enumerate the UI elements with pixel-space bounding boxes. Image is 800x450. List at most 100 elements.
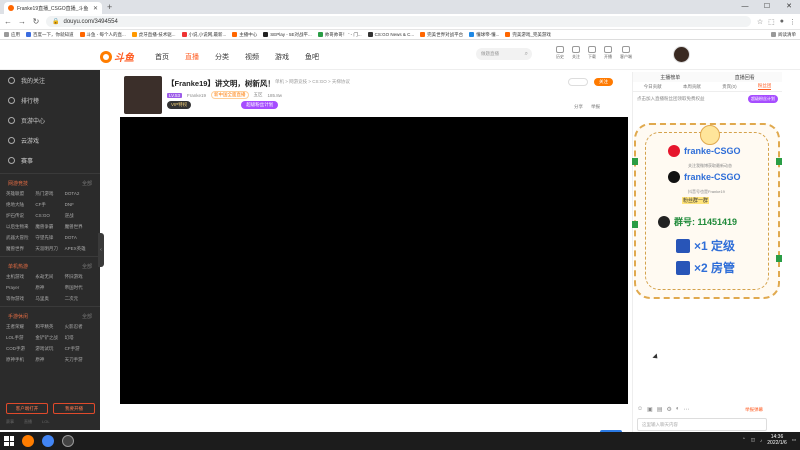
- sidebar-item-rank[interactable]: 排行榜: [0, 90, 100, 110]
- category-link[interactable]: 守望先锋: [35, 234, 64, 242]
- volume-icon[interactable]: ♪: [760, 438, 762, 443]
- nav-games[interactable]: 游戏: [275, 52, 289, 62]
- category-link[interactable]: 原神: [35, 284, 64, 292]
- nav-yuba[interactable]: 鱼吧: [305, 52, 319, 62]
- category-link[interactable]: CF手游: [65, 345, 94, 353]
- category-link[interactable]: COD手游: [6, 345, 35, 353]
- gift-icon[interactable]: ▣: [647, 406, 653, 413]
- category-link[interactable]: 怀旧游戏: [65, 273, 94, 281]
- close-window-button[interactable]: ✕: [778, 0, 800, 14]
- bookmark-item[interactable]: 小说,小说网,最新...: [181, 32, 226, 38]
- see-all-link[interactable]: 全部: [82, 313, 92, 320]
- search-icon[interactable]: ⌕: [525, 48, 528, 60]
- super-fan-button[interactable]: 超级粉丝计划: [241, 101, 279, 109]
- video-player[interactable]: [120, 117, 628, 404]
- follow-button[interactable]: 关注: [594, 78, 613, 86]
- category-link[interactable]: 英雄联盟: [6, 190, 35, 198]
- category-link[interactable]: 魔兽世界: [6, 245, 35, 253]
- category-link[interactable]: 火影忍者: [65, 323, 94, 331]
- super-fan-plan-button[interactable]: 超级粉丝计划: [748, 95, 778, 103]
- new-tab-button[interactable]: +: [107, 2, 112, 12]
- category-link[interactable]: 永劫无间: [35, 273, 64, 281]
- category-link[interactable]: 魔兽世界: [65, 223, 94, 231]
- emoji-icon[interactable]: ☺: [637, 406, 643, 413]
- room-category[interactable]: 单机 > 网游竞技 > CS:GO > 天梯协议: [275, 79, 350, 85]
- star-icon[interactable]: ☆: [757, 18, 763, 26]
- category-link[interactable]: 和平精英: [35, 323, 64, 331]
- nav-home[interactable]: 首页: [155, 52, 169, 62]
- bookmark-item[interactable]: 主播中心: [232, 32, 257, 38]
- close-tab-icon[interactable]: ✕: [93, 5, 98, 12]
- network-icon[interactable]: ◫: [751, 437, 755, 443]
- category-link[interactable]: 二次元: [65, 295, 94, 303]
- category-link[interactable]: 王者荣耀: [6, 323, 35, 331]
- category-link[interactable]: DOTA: [65, 234, 94, 242]
- settings-icon[interactable]: ⚙: [666, 406, 671, 413]
- reading-list[interactable]: 阅读清单: [771, 32, 796, 38]
- category-link[interactable]: 以后生物来: [6, 223, 35, 231]
- streamer-name[interactable]: Franke19: [187, 93, 206, 98]
- bookmark-item[interactable]: 帅哥帅哥！ ' - 门...: [317, 32, 362, 38]
- douyu-app-icon[interactable]: [22, 435, 34, 447]
- browser-tab[interactable]: Franke19直播_CSGO直播_斗鱼 ✕: [4, 2, 102, 14]
- bookmark-item[interactable]: 完美游戏_完美游戏: [505, 32, 551, 38]
- report-button[interactable]: 举报: [591, 104, 600, 110]
- tab-fans[interactable]: 粉丝团: [757, 83, 772, 90]
- client-button[interactable]: 客户端: [620, 46, 632, 60]
- category-link[interactable]: 主机游戏: [6, 273, 35, 281]
- category-link[interactable]: APEX英雄: [65, 245, 94, 253]
- sidebar-item-events[interactable]: 赛事: [0, 150, 100, 170]
- reload-icon[interactable]: ↻: [32, 17, 40, 26]
- clock[interactable]: 14:36 2022/1/6: [767, 434, 786, 446]
- history-button[interactable]: 历史: [556, 46, 564, 60]
- profile-icon[interactable]: ●: [780, 18, 784, 26]
- category-link[interactable]: 热门游戏: [35, 190, 64, 198]
- nav-video[interactable]: 视频: [245, 52, 259, 62]
- category-link[interactable]: 武器大冒险: [6, 234, 35, 242]
- back-icon[interactable]: ←: [4, 17, 12, 26]
- bookmark-item[interactable]: CS:GO News & C...: [367, 32, 414, 37]
- category-link[interactable]: 幻塔: [65, 334, 94, 342]
- category-link[interactable]: CS:GO: [35, 212, 64, 220]
- chrome-app-icon[interactable]: [42, 435, 54, 447]
- open-client-button[interactable]: 客户端打开: [6, 403, 48, 414]
- user-avatar[interactable]: [673, 46, 690, 63]
- more-icon[interactable]: ⋯: [684, 406, 690, 413]
- start-stream-button[interactable]: 开播: [604, 46, 612, 60]
- bookmark-item[interactable]: 懂球帝-懂...: [469, 32, 499, 38]
- search-input[interactable]: 做题直播 ⌕: [476, 48, 532, 60]
- maximize-button[interactable]: ☐: [756, 0, 778, 14]
- douyu-logo[interactable]: 斗鱼: [100, 49, 134, 64]
- category-link[interactable]: 游戏试玩: [35, 345, 64, 353]
- category-link[interactable]: 炉石传说: [6, 212, 35, 220]
- bookmark-item[interactable]: 百度一下，你就知道: [26, 32, 74, 38]
- nav-live[interactable]: 直播: [185, 52, 199, 62]
- tab-week[interactable]: 本周贡献: [683, 84, 701, 90]
- category-link[interactable]: 原神: [35, 356, 64, 364]
- bookmark-item[interactable]: 斗鱼 - 每个人的直...: [79, 32, 126, 38]
- see-all-link[interactable]: 全部: [82, 263, 92, 270]
- category-link[interactable]: 帝国时代: [65, 284, 94, 292]
- category-link[interactable]: 逆战: [65, 212, 94, 220]
- tab-vip[interactable]: 贵宾(0): [722, 84, 737, 90]
- sidebar-collapse-button[interactable]: ‹: [98, 233, 104, 267]
- tab-today[interactable]: 今日贡献: [644, 84, 662, 90]
- tab-anchor-rank[interactable]: 主播榜单: [660, 74, 680, 81]
- bookmark-item[interactable]: 应用: [4, 32, 20, 38]
- follow-list-button[interactable]: 关注: [572, 46, 580, 60]
- start-stream-button[interactable]: 我要开播: [53, 403, 95, 414]
- notification-icon[interactable]: ▭: [792, 437, 796, 443]
- streamer-avatar[interactable]: [124, 76, 162, 114]
- color-icon[interactable]: ◐: [676, 406, 680, 413]
- footer-link[interactable]: 赛事: [6, 419, 14, 425]
- bookmark-item[interactable]: 完美世界对战平台: [420, 32, 463, 38]
- category-link[interactable]: 魔兽争霸: [35, 223, 64, 231]
- category-link[interactable]: 马里奥: [35, 295, 64, 303]
- category-link[interactable]: 金铲铲之战: [35, 334, 64, 342]
- category-link[interactable]: 等你游戏: [6, 295, 35, 303]
- extensions-icon[interactable]: ⬚: [768, 18, 775, 26]
- image-icon[interactable]: ▤: [657, 406, 663, 413]
- category-link[interactable]: LOL手游: [6, 334, 35, 342]
- see-all-link[interactable]: 全部: [82, 180, 92, 187]
- category-link[interactable]: 天刀手游: [65, 356, 94, 364]
